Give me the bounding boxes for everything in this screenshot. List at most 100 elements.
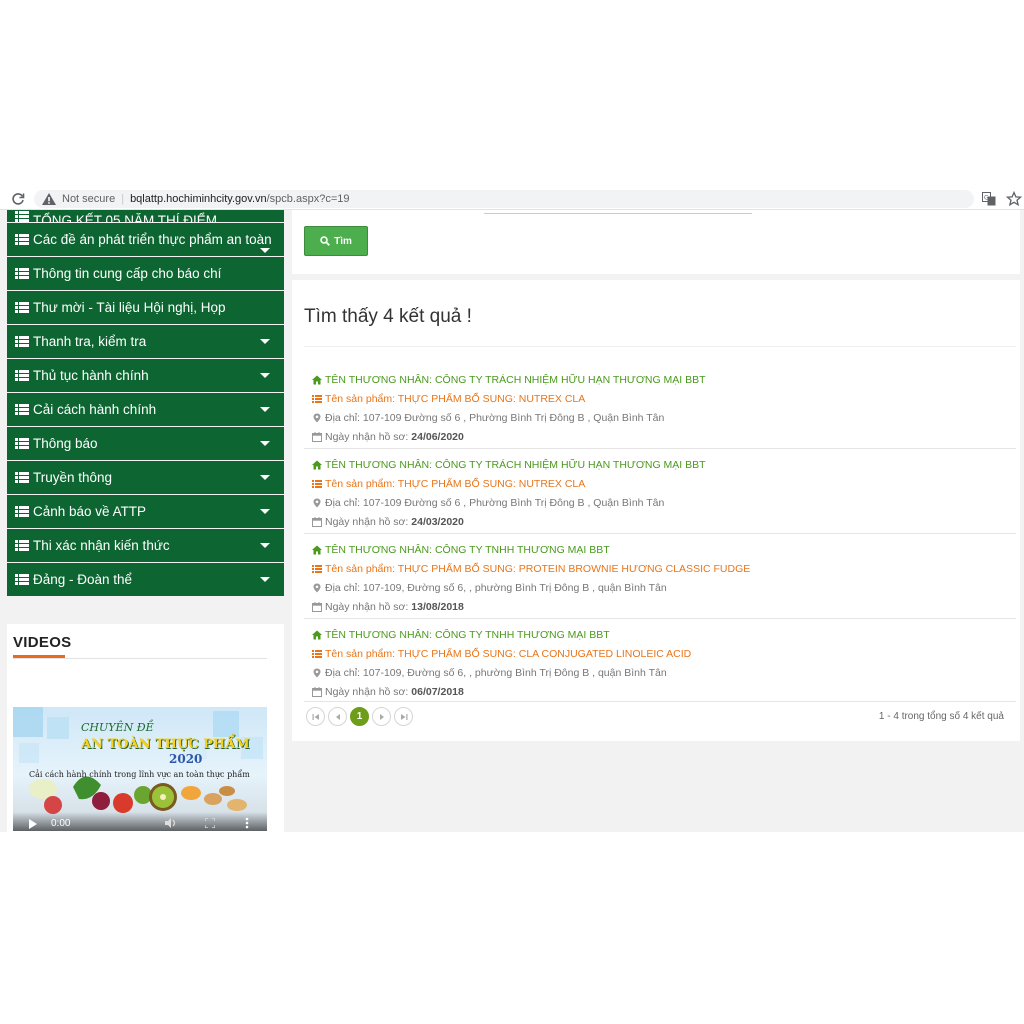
list-icon [15, 438, 29, 449]
sidebar-item-8[interactable]: Truyền thông [7, 461, 284, 494]
fullscreen-icon[interactable] [205, 818, 215, 828]
home-icon [312, 545, 322, 555]
sidebar-item-3[interactable]: Thư mời - Tài liệu Hội nghị, Họp [7, 291, 284, 324]
home-icon [312, 375, 322, 385]
result-date: Ngày nhận hồ sơ: 13/08/2018 [312, 601, 464, 613]
sidebar-item-label: Cảnh báo về ATTP [33, 504, 147, 519]
sidebar-item-11[interactable]: Đảng - Đoàn thể [7, 563, 284, 596]
list-icon [15, 404, 29, 415]
caret-down-icon[interactable] [260, 543, 270, 548]
page-button-current[interactable]: 1 [350, 707, 369, 726]
product-text: Tên sản phẩm: THỰC PHẨM BỔ SUNG: PROTEIN… [325, 563, 751, 575]
caret-down-icon[interactable] [260, 407, 270, 412]
translate-icon[interactable]: G [982, 192, 996, 206]
map-marker-icon [313, 668, 321, 678]
address-text: Địa chỉ: 107-109, Đường số 6, , phường B… [325, 582, 667, 594]
result-product[interactable]: Tên sản phẩm: THỰC PHẨM BỔ SUNG: NUTREX … [312, 478, 585, 490]
result-divider [304, 618, 1016, 619]
video-player[interactable]: CHUYÊN ĐỀ AN TOÀN THỰC PHẨM 2020 Cải các… [13, 707, 267, 831]
address-text: Địa chỉ: 107-109, Đường số 6, , phường B… [325, 667, 667, 679]
date-value: 13/08/2018 [411, 601, 464, 613]
omnibox[interactable]: Not secure | bqlattp.hochiminhcity.gov.v… [34, 190, 974, 208]
result-item: TÊN THƯƠNG NHÂN: CÔNG TY TRÁCH NHIỆM HỮU… [312, 366, 1016, 451]
home-icon [312, 630, 322, 640]
map-marker-icon [313, 498, 321, 508]
sidebar-item-label: Cải cách hành chính [33, 402, 157, 417]
play-icon[interactable] [29, 819, 37, 829]
list-icon [15, 268, 29, 279]
videos-widget: VIDEOS CHUYÊN ĐỀ AN TOÀN THỰC PHẨM 2020 [7, 624, 284, 832]
home-icon [312, 460, 322, 470]
result-item: TÊN THƯƠNG NHÂN: CÔNG TY TNHH THƯƠNG MẠI… [312, 536, 1016, 621]
bookmark-star-icon[interactable] [1006, 191, 1022, 207]
video-time: 0:00 [51, 818, 71, 829]
caret-down-icon[interactable] [260, 339, 270, 344]
result-merchant[interactable]: TÊN THƯƠNG NHÂN: CÔNG TY TRÁCH NHIỆM HỮU… [312, 374, 706, 386]
next-page-button[interactable] [372, 707, 391, 726]
list-icon [15, 370, 29, 381]
merchant-text: TÊN THƯƠNG NHÂN: CÔNG TY TRÁCH NHIỆM HỮU… [325, 374, 706, 386]
first-page-icon [312, 713, 319, 720]
sidebar-item-5[interactable]: Thủ tục hành chính [7, 359, 284, 392]
video-title-line2: AN TOÀN THỰC PHẨM [81, 737, 250, 752]
sidebar-item-label: Thư mời - Tài liệu Hội nghị, Họp [33, 300, 226, 315]
result-merchant[interactable]: TÊN THƯƠNG NHÂN: CÔNG TY TNHH THƯƠNG MẠI… [312, 544, 610, 556]
date-label: Ngày nhận hồ sơ: [325, 516, 409, 528]
results-divider [304, 346, 1016, 347]
caret-down-icon[interactable] [260, 373, 270, 378]
merchant-text: TÊN THƯƠNG NHÂN: CÔNG TY TRÁCH NHIỆM HỮU… [325, 459, 706, 471]
result-merchant[interactable]: TÊN THƯƠNG NHÂN: CÔNG TY TNHH THƯƠNG MẠI… [312, 629, 610, 641]
result-date: Ngày nhận hồ sơ: 24/06/2020 [312, 431, 464, 443]
address-text: Địa chỉ: 107-109 Đường số 6 , Phường Bìn… [325, 412, 665, 424]
sidebar-item-9[interactable]: Cảnh báo về ATTP [7, 495, 284, 528]
sidebar-item-0[interactable]: TỔNG KẾT 05 NĂM THÍ ĐIỂM [7, 210, 284, 222]
date-label: Ngày nhận hồ sơ: [325, 686, 409, 698]
first-page-button[interactable] [306, 707, 325, 726]
caret-down-icon[interactable] [260, 441, 270, 446]
reload-icon[interactable] [10, 191, 26, 207]
videos-title: VIDEOS [13, 634, 72, 651]
volume-icon[interactable] [165, 818, 177, 828]
sidebar-item-6[interactable]: Cải cách hành chính [7, 393, 284, 426]
list-icon [312, 395, 322, 403]
list-icon [312, 480, 322, 488]
sidebar-item-1[interactable]: Các đề án phát triển thực phẩm an toàn [7, 223, 284, 256]
sidebar-item-label: Thủ tục hành chính [33, 368, 149, 383]
warning-icon[interactable] [42, 193, 56, 205]
sidebar-item-2[interactable]: Thông tin cung cấp cho báo chí [7, 257, 284, 290]
sidebar-item-4[interactable]: Thanh tra, kiểm tra [7, 325, 284, 358]
search-field-edge [484, 213, 752, 214]
list-icon [15, 574, 29, 585]
last-page-icon [400, 713, 407, 720]
search-panel: Tìm [292, 210, 1020, 274]
result-merchant[interactable]: TÊN THƯƠNG NHÂN: CÔNG TY TRÁCH NHIỆM HỮU… [312, 459, 706, 471]
result-product[interactable]: Tên sản phẩm: THỰC PHẨM BỔ SUNG: NUTREX … [312, 393, 585, 405]
merchant-text: TÊN THƯƠNG NHÂN: CÔNG TY TNHH THƯƠNG MẠI… [325, 544, 610, 556]
security-label[interactable]: Not secure [62, 193, 115, 205]
search-icon [320, 236, 331, 246]
result-address: Địa chỉ: 107-109, Đường số 6, , phường B… [312, 667, 667, 679]
more-options-icon[interactable] [245, 817, 249, 829]
caret-down-icon[interactable] [260, 248, 270, 253]
date-label: Ngày nhận hồ sơ: [325, 431, 409, 443]
sidebar-item-label: Đảng - Đoàn thể [33, 572, 133, 587]
url-host[interactable]: bqlattp.hochiminhcity.gov.vn [130, 193, 267, 205]
result-product[interactable]: Tên sản phẩm: THỰC PHẨM BỔ SUNG: PROTEIN… [312, 563, 750, 575]
sidebar-item-7[interactable]: Thông báo [7, 427, 284, 460]
list-icon [15, 211, 29, 222]
prev-page-button[interactable] [328, 707, 347, 726]
caret-down-icon[interactable] [260, 509, 270, 514]
list-icon [312, 565, 322, 573]
result-item: TÊN THƯƠNG NHÂN: CÔNG TY TNHH THƯƠNG MẠI… [312, 621, 1016, 706]
caret-down-icon[interactable] [260, 577, 270, 582]
result-product[interactable]: Tên sản phẩm: THỰC PHẨM BỔ SUNG: CLA CON… [312, 648, 691, 660]
caret-down-icon[interactable] [260, 475, 270, 480]
last-page-button[interactable] [394, 707, 413, 726]
results-heading: Tìm thấy 4 kết quả ! [304, 306, 472, 327]
url-separator: | [121, 193, 125, 205]
list-icon [15, 336, 29, 347]
list-icon [15, 302, 29, 313]
sidebar-item-10[interactable]: Thi xác nhận kiến thức [7, 529, 284, 562]
url-path[interactable]: /spcb.aspx?c=19 [267, 193, 350, 205]
search-button[interactable]: Tìm [304, 226, 368, 256]
